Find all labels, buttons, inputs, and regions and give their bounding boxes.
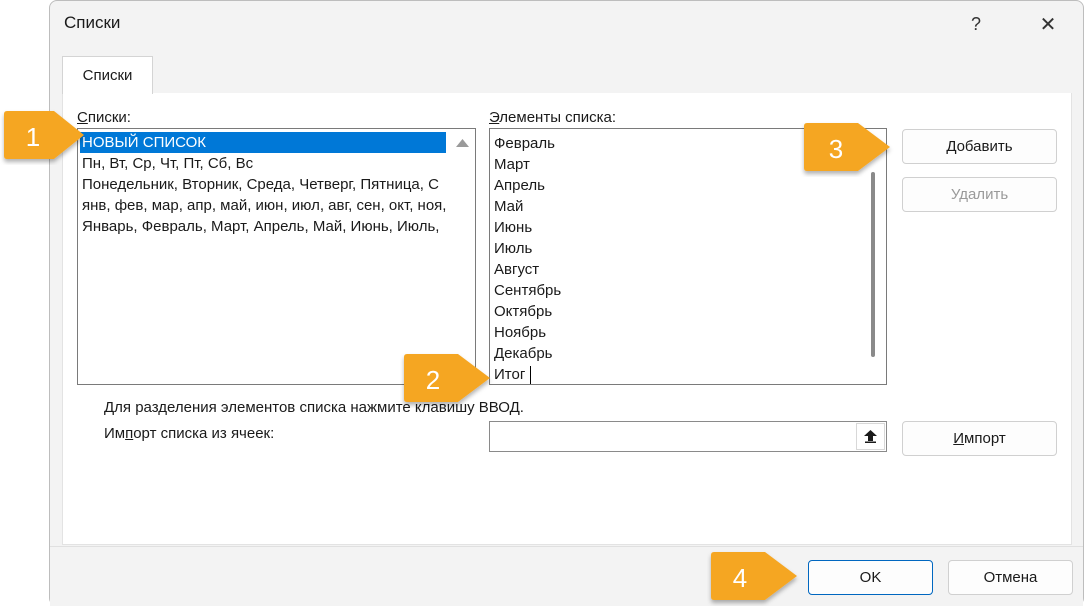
- entries-scroll-thumb[interactable]: [871, 172, 875, 357]
- import-button-label: мпорт: [964, 430, 1006, 447]
- cancel-button[interactable]: Отмена: [948, 560, 1073, 595]
- import-label-accesskey: п: [125, 425, 134, 442]
- import-label-pre: Им: [104, 425, 126, 442]
- add-accesskey: Д: [946, 138, 957, 155]
- ok-button[interactable]: OK: [808, 560, 933, 595]
- import-label: Импорт списка из ячеек:: [104, 425, 274, 442]
- entry-line: Итог: [494, 366, 526, 383]
- list-item[interactable]: Январь, Февраль, Март, Апрель, Май, Июнь…: [80, 216, 439, 237]
- entry-line: Сентябрь: [494, 282, 562, 299]
- callout-number: 1: [26, 122, 40, 152]
- callout-marker-3: 3: [804, 123, 890, 171]
- entry-line: Март: [494, 156, 530, 173]
- entry-line: Февраль: [494, 135, 555, 152]
- import-button[interactable]: Импорт: [902, 421, 1057, 456]
- lists-dialog: Списки ? ✕ Списки Списки: НОВЫЙ СПИСОК П…: [49, 0, 1084, 606]
- entry-line: Июль: [494, 240, 533, 257]
- entry-line: Июнь: [494, 219, 533, 236]
- list-item[interactable]: Понедельник, Вторник, Среда, Четверг, Пя…: [80, 174, 439, 195]
- callout-number: 2: [426, 365, 440, 395]
- close-icon: ✕: [1039, 13, 1057, 36]
- entry-line: Октябрь: [494, 303, 553, 320]
- callout-number: 3: [829, 134, 843, 164]
- list-item[interactable]: Пн, Вт, Ср, Чт, Пт, Сб, Вс: [80, 153, 253, 174]
- dialog-title: Списки: [64, 13, 121, 32]
- text-caret: [530, 366, 531, 384]
- entry-line: Ноябрь: [494, 324, 547, 341]
- elements-label-accesskey: Э: [489, 109, 500, 126]
- callout-marker-4: 4: [711, 552, 797, 600]
- help-icon: ?: [970, 13, 981, 34]
- entry-line: Апрель: [494, 177, 545, 194]
- range-select-button[interactable]: [856, 423, 885, 450]
- elements-label: Элементы списка:: [489, 109, 616, 126]
- entry-line: Май: [494, 198, 524, 215]
- import-label-post: орт списка из ячеек:: [133, 425, 275, 442]
- callout-number: 4: [733, 563, 747, 593]
- scroll-up-icon[interactable]: [456, 139, 469, 148]
- elements-label-text: лементы списка:: [499, 109, 617, 126]
- help-button[interactable]: ?: [956, 7, 996, 41]
- import-accesskey: И: [953, 430, 965, 447]
- delete-button[interactable]: Удалить: [902, 177, 1057, 212]
- list-item[interactable]: янв, фев, мар, апр, май, июн, июл, авг, …: [80, 195, 446, 216]
- tab-lists[interactable]: Списки: [62, 56, 153, 94]
- collapse-arrow-up-icon: [864, 430, 877, 443]
- entry-line: Декабрь: [494, 345, 553, 362]
- lists-label-text: писки:: [87, 109, 131, 126]
- import-range-input[interactable]: [489, 421, 887, 452]
- close-button[interactable]: ✕: [1028, 7, 1068, 41]
- callout-marker-1: 1: [4, 111, 84, 159]
- lists-listbox[interactable]: НОВЫЙ СПИСОК Пн, Вт, Ср, Чт, Пт, Сб, Вс …: [77, 128, 476, 385]
- callout-marker-2: 2: [404, 354, 490, 402]
- lists-scrollbar[interactable]: [450, 129, 475, 384]
- entry-line: Август: [494, 261, 540, 278]
- add-button[interactable]: Добавить: [902, 129, 1057, 164]
- add-label: обавить: [956, 138, 1013, 155]
- list-item[interactable]: НОВЫЙ СПИСОК: [80, 132, 446, 153]
